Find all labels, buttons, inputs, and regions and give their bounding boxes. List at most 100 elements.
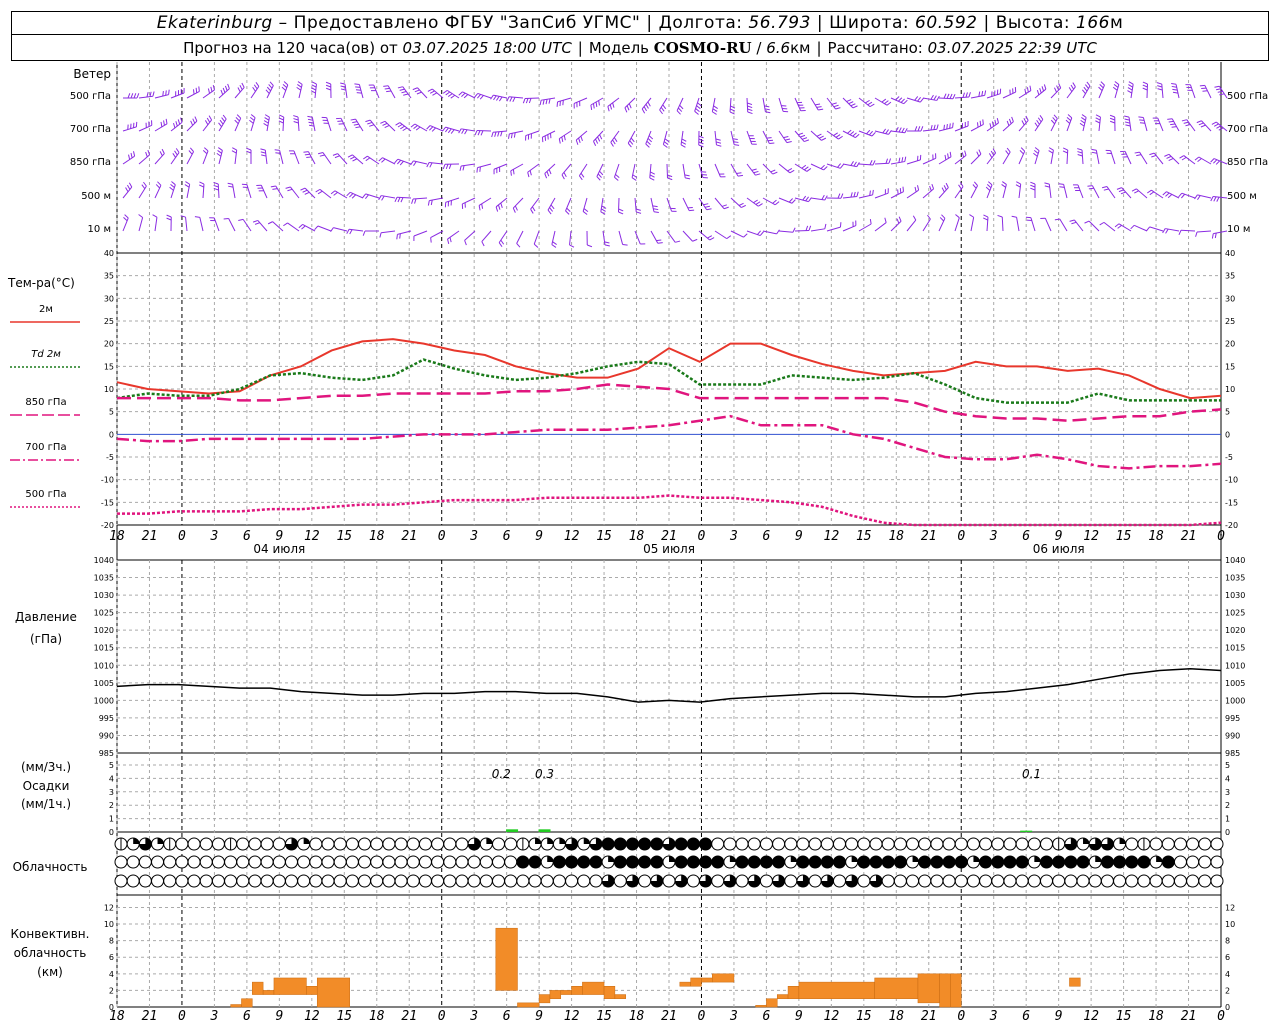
wind-barb-flag (397, 123, 403, 128)
cloud-cover-symbol (1040, 874, 1054, 888)
wind-barb-flag (659, 109, 663, 115)
wind-barb-flag (624, 107, 628, 113)
wind-barb-flag (218, 122, 222, 128)
cloud-cover-symbol (979, 874, 993, 888)
wind-barb-flag (414, 89, 420, 93)
wind-barb-flag (1167, 118, 1173, 120)
wind-barb-flag (272, 188, 278, 190)
cloud-cover-symbol (930, 855, 944, 869)
cloud-cover-symbol (114, 837, 128, 851)
cloud-cover-symbol (625, 855, 639, 869)
wind-barb-flag (805, 196, 809, 202)
wind-barb-flag (325, 87, 332, 91)
cloud-circle (138, 874, 152, 888)
wind-barb-flag (660, 107, 665, 112)
wind-barb-flag (311, 84, 317, 88)
conv-bar-14 (603, 986, 616, 999)
cloud-cover-symbol (297, 837, 311, 851)
wind-barb (154, 153, 165, 165)
precip-ytick-right-0: 5 (1225, 761, 1230, 770)
wind-barb-flag (1067, 114, 1073, 119)
wind-barb-flag (138, 214, 143, 218)
wind-barb-flag (692, 238, 698, 242)
wind-barb-flag (546, 171, 550, 177)
wind-barb-flag (130, 152, 133, 158)
wind-barb-flag (610, 142, 614, 147)
wind-barb (986, 152, 997, 165)
cloud-cover-symbol (151, 874, 165, 888)
wind-barb-flag (1087, 185, 1093, 187)
wind-barb-flag (838, 135, 843, 140)
cloud-cover-symbol (528, 874, 542, 888)
wind-barb-flag (165, 90, 167, 96)
wind-barb-flag (712, 108, 718, 112)
x-hour-tick-bottom-22: 12 (824, 1009, 840, 1024)
wind-barb-flag (776, 229, 780, 235)
wind-barb-flag (936, 124, 939, 130)
cloud-fill (1040, 856, 1053, 868)
wind-barb-flag (252, 219, 258, 223)
wind-barb (970, 217, 975, 232)
temp-legend-label-2: 850 гПа (25, 397, 66, 408)
precip-ytick-right-4: 1 (1225, 815, 1230, 824)
wind-barb (352, 154, 364, 165)
precip-ytick-left-3: 2 (109, 801, 114, 810)
cloud-circle (187, 874, 201, 888)
wind-barb (297, 116, 300, 132)
wind-barb-flag (885, 158, 889, 164)
wind-barb (382, 157, 396, 165)
wind-barb-flag (983, 214, 989, 218)
wind-barb-flag (1128, 81, 1134, 85)
wind-barb-flag (941, 187, 945, 193)
cloud-circle (747, 837, 761, 851)
wind-barb-flag (994, 119, 997, 125)
cloud-cover-symbol (187, 874, 201, 888)
cloud-cover-symbol (857, 855, 871, 869)
wind-barb (202, 119, 213, 132)
wind-barb (730, 163, 739, 177)
wind-barb-flag (884, 217, 887, 223)
precip-ytick-left-5: 0 (109, 828, 114, 837)
wind-barb (138, 185, 147, 199)
cloud-cover-symbol (686, 855, 700, 869)
wind-barb-flag (943, 93, 947, 99)
cloud-cover-symbol (991, 855, 1005, 869)
wind-barb (1183, 155, 1196, 165)
wind-barb-flag (1127, 87, 1133, 91)
temp-ytick-left-2: 30 (104, 294, 114, 303)
wind-barb-flag (399, 233, 401, 239)
wind-barb-flag (1114, 223, 1120, 228)
wind-barb-flag (1021, 120, 1025, 126)
cloud-fill (729, 856, 736, 862)
wind-barb-flag (212, 84, 215, 91)
wind-barb-flag (545, 99, 548, 105)
cloud-cover-symbol (516, 837, 530, 851)
temp-ytick-left-11: -15 (101, 498, 114, 507)
cloud-cover-symbol (431, 874, 445, 888)
x-hour-tick-top-26: 0 (957, 529, 965, 544)
cloud-cover-symbol (175, 874, 189, 888)
wind-barb-flag (474, 93, 479, 98)
wind-barb-flag (169, 186, 174, 191)
wind-barb-flag (785, 138, 791, 141)
wind-barb-flag (496, 96, 500, 101)
wind-barb-flag (1217, 90, 1223, 93)
wind-barb-flag (551, 244, 557, 248)
wind-barb-flag (1216, 125, 1222, 129)
wind-barb-flag (1091, 148, 1097, 151)
wind-barb-flag (1214, 85, 1220, 88)
conv-bar-1 (241, 998, 253, 1008)
conv-ytick-right-4: 4 (1225, 970, 1230, 979)
cloud-cover-symbol (662, 837, 676, 851)
wind-barb-flag (255, 82, 260, 87)
wind-barb (874, 192, 889, 199)
cloud-circle (930, 837, 944, 851)
wind-barb-flag (821, 194, 825, 200)
conv-bar-2 (252, 981, 264, 995)
cloud-circle (942, 874, 956, 888)
wind-barb-flag (218, 147, 223, 151)
wind-barb-flag (461, 92, 466, 97)
wind-barb-flag (464, 129, 468, 135)
cloud-cover-symbol (333, 837, 347, 851)
cloud-circle (1003, 837, 1017, 851)
